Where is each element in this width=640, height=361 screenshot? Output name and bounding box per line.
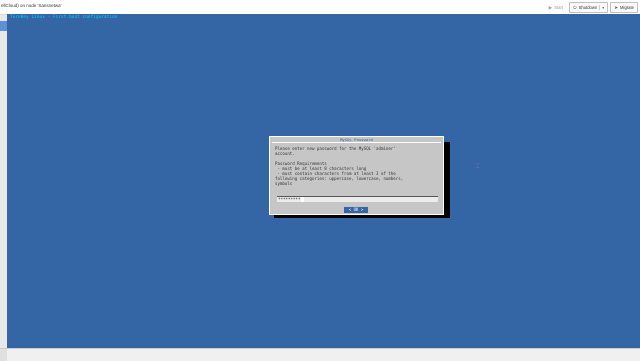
send-icon: ➤ — [614, 4, 619, 10]
console-tab-marker[interactable] — [0, 21, 7, 31]
shutdown-button[interactable]: ⏻ Shutdown ▾ — [569, 2, 609, 13]
text-cursor — [300, 197, 304, 202]
window-title: ellCloud) on node 'Sansnetwa' — [1, 3, 62, 8]
start-label: Start — [554, 5, 564, 10]
password-value: ********* — [278, 197, 304, 202]
play-icon: ▶ — [548, 4, 553, 10]
shutdown-label: Shutdown — [578, 5, 598, 10]
mouse-cursor-icon: ⌶ — [476, 164, 480, 170]
ok-button[interactable]: < OK > — [344, 207, 368, 213]
migrate-button[interactable]: ➤ Migrate — [610, 2, 638, 13]
dialog-message: Please enter new password for the MySQL … — [275, 146, 404, 186]
top-toolbar: ellCloud) on node 'Sansnetwa' ▶ Start ⏻ … — [0, 0, 640, 15]
console-header: TurnKey Linux - First boot configuration — [10, 15, 118, 20]
chevron-down-icon[interactable]: ▾ — [599, 5, 604, 10]
migrate-label: Migrate — [620, 5, 634, 10]
password-mask: ********* — [278, 197, 301, 202]
power-icon: ⏻ — [573, 5, 577, 10]
bottom-gutter — [0, 349, 7, 361]
dialog-divider — [272, 142, 441, 143]
left-gutter — [0, 15, 7, 348]
bottom-bar — [0, 348, 640, 361]
mysql-password-dialog: MySQL Password Please enter new password… — [269, 136, 444, 215]
vm-actions: ▶ Start ⏻ Shutdown ▾ ➤ Migrate — [545, 2, 638, 13]
ok-label: OK — [353, 207, 359, 212]
start-button[interactable]: ▶ Start — [545, 2, 567, 13]
password-input[interactable]: ********* — [277, 196, 438, 202]
